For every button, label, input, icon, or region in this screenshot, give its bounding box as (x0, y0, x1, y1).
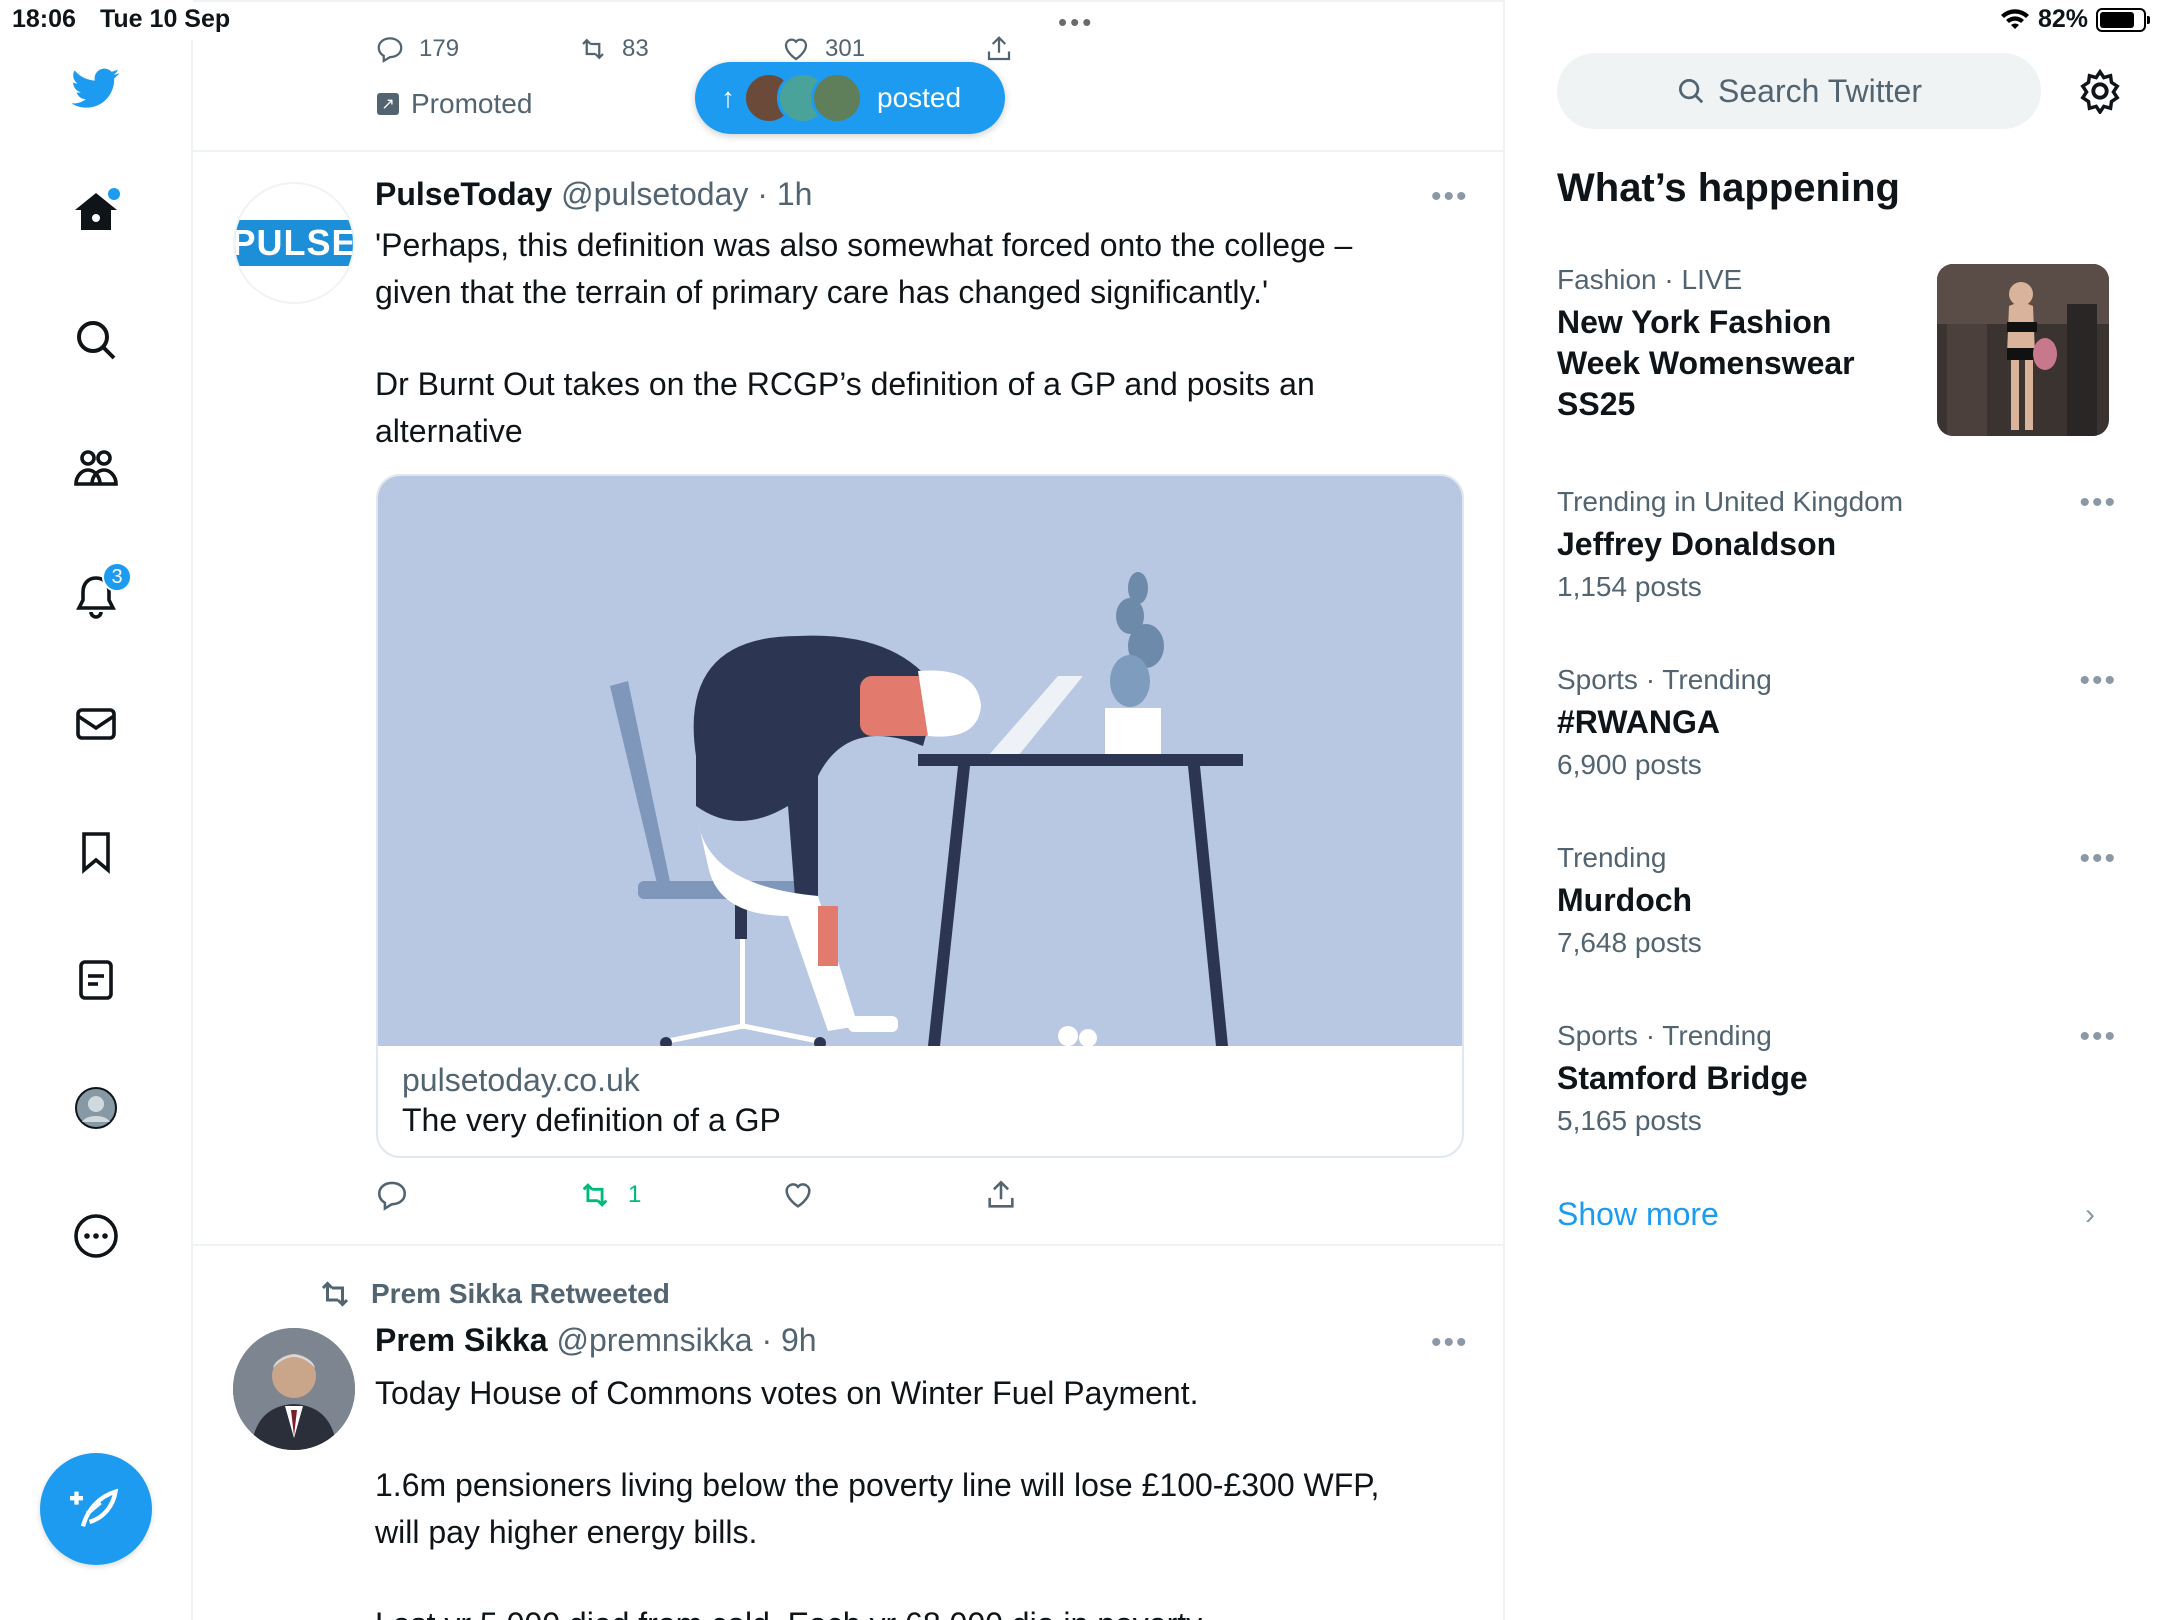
like-button[interactable]: 301 (781, 34, 984, 64)
author-handle[interactable]: @pulsetoday (561, 176, 748, 212)
reply-button[interactable] (375, 1178, 578, 1212)
trend-title: #RWANGA (1557, 704, 1720, 740)
trend-category: Trending in United Kingdom (1557, 486, 1904, 517)
trend-count: 5,165 posts (1557, 1105, 1702, 1136)
trend-more-button[interactable]: ••• (2079, 1020, 2117, 1054)
like-button[interactable] (781, 1178, 984, 1212)
reply-icon (377, 37, 403, 63)
communities-icon[interactable] (66, 438, 126, 498)
trend-item[interactable]: Trending Murdoch 7,648 posts ••• (1557, 842, 2117, 959)
trend-more-button[interactable]: ••• (2079, 486, 2117, 520)
timeline[interactable]: 179 83 301 ↗ Promoted ↑ posted PULSE Pul… (193, 0, 1505, 1620)
messages-icon[interactable] (66, 694, 126, 754)
compose-feather-icon (70, 1488, 119, 1527)
tweet-header: PulseToday @pulsetoday · 1h (375, 176, 812, 213)
search-icon[interactable] (66, 310, 126, 370)
trend-live: · LIVE (1656, 264, 1743, 295)
show-more-link[interactable]: Show more (1557, 1196, 1719, 1233)
search-icon (1679, 79, 1704, 104)
trend-category: Sports · Trending (1557, 664, 1772, 695)
trend-count: 7,648 posts (1557, 927, 1702, 958)
trend-thumbnail[interactable] (1937, 264, 2109, 436)
link-card[interactable]: pulsetoday.co.uk The very definition of … (376, 474, 1464, 1158)
search-placeholder: Search Twitter (1718, 72, 1922, 109)
notifications-icon[interactable]: 3 (66, 562, 132, 626)
retweet-count: 83 (622, 35, 649, 62)
trend-more-button[interactable]: ••• (2079, 842, 2117, 876)
trend-title: Stamford Bridge (1557, 1060, 1808, 1096)
retweet-button[interactable]: 83 (578, 34, 781, 64)
more-icon[interactable] (66, 1206, 126, 1266)
tweet-text: Today House of Commons votes on Winter F… (375, 1375, 1380, 1620)
share-icon (987, 36, 1011, 61)
trend-category: Trending (1557, 842, 1667, 873)
notifications-badge: 3 (102, 562, 132, 592)
trend-category: Sports · Trending (1557, 1020, 1772, 1051)
twitter-logo-icon[interactable] (66, 58, 126, 118)
premsikka-avatar[interactable] (233, 1328, 355, 1450)
section-title: What’s happening (1557, 166, 1900, 210)
arrow-up-icon: ↑ (721, 82, 735, 113)
share-button[interactable] (984, 1178, 1187, 1212)
tweet-time: · 9h (761, 1322, 817, 1358)
promoted-icon: ↗ (377, 93, 399, 115)
reply-button[interactable]: 179 (375, 34, 578, 64)
lists-icon[interactable] (66, 950, 126, 1010)
search-input[interactable]: Search Twitter (1557, 53, 2041, 129)
card-domain: pulsetoday.co.uk (402, 1062, 640, 1098)
trend-more-button[interactable]: ••• (2079, 664, 2117, 698)
prev-tweet-actions: 179 83 301 (375, 34, 1187, 64)
profile-icon[interactable] (66, 1078, 126, 1138)
share-icon (988, 1180, 1014, 1208)
card-image (378, 476, 1462, 1049)
retweet-icon (321, 1281, 349, 1307)
pulsetoday-avatar[interactable]: PULSE (233, 182, 355, 304)
tweet-text: 'Perhaps, this definition was also somew… (375, 227, 1353, 449)
pulse-logo: PULSE (235, 220, 353, 266)
tweet-actions: 1 (375, 1178, 1187, 1212)
new-posts-pill[interactable]: ↑ posted (695, 62, 1005, 134)
trend-item[interactable]: Trending in United Kingdom Jeffrey Donal… (1557, 486, 2117, 603)
tweet-more-button[interactable]: ••• (1431, 180, 1469, 214)
tweet-header: Prem Sikka @premnsikka · 9h (375, 1322, 817, 1359)
heart-icon (785, 1183, 811, 1208)
right-sidebar: Search Twitter What’s happening Fashion … (1505, 0, 2160, 1620)
trend-title: Murdoch (1557, 882, 1693, 918)
trend-item[interactable]: Sports · Trending #RWANGA 6,900 posts ••… (1557, 664, 2117, 781)
retweeted-by: Prem Sikka Retweeted (317, 1276, 670, 1312)
trend-count: 6,900 posts (1557, 749, 1702, 780)
home-unread-dot (108, 188, 120, 200)
retweet-button[interactable]: 1 (578, 1178, 781, 1212)
bookmarks-icon[interactable] (66, 822, 126, 882)
trend-count: 1,154 posts (1557, 571, 1702, 602)
pill-avatar-3 (811, 72, 863, 124)
tweet-more-button[interactable]: ••• (1431, 1326, 1469, 1360)
card-title: The very definition of a GP (402, 1102, 781, 1138)
author-name[interactable]: Prem Sikka (375, 1322, 548, 1358)
reply-icon (377, 1181, 407, 1211)
trend-title: New York Fashion Week Womenswear SS25 (1557, 304, 1855, 422)
like-count: 301 (825, 35, 866, 62)
promoted-label: ↗ Promoted (377, 88, 532, 120)
retweet-count: 1 (628, 1181, 642, 1208)
trend-title: Jeffrey Donaldson (1557, 526, 1837, 562)
status-time: 18:06 (12, 5, 76, 33)
tweet-time: · 1h (757, 176, 813, 212)
heart-icon (784, 38, 808, 61)
compose-tweet-button[interactable] (40, 1453, 152, 1565)
trend-category: Fashion (1557, 264, 1657, 295)
trend-item[interactable]: Sports · Trending Stamford Bridge 5,165 … (1557, 1020, 2117, 1137)
chevron-right-icon: › (2085, 1198, 2095, 1231)
reply-count: 179 (419, 35, 460, 62)
retweet-icon (582, 1183, 608, 1207)
home-icon[interactable] (66, 182, 126, 242)
author-handle[interactable]: @premnsikka (556, 1322, 752, 1358)
left-nav: 3 (0, 40, 193, 1620)
retweet-icon (582, 38, 604, 60)
share-button[interactable] (984, 34, 1187, 64)
pill-label: posted (877, 82, 962, 113)
settings-gear-icon[interactable] (2077, 68, 2123, 114)
author-name[interactable]: PulseToday (375, 176, 552, 212)
